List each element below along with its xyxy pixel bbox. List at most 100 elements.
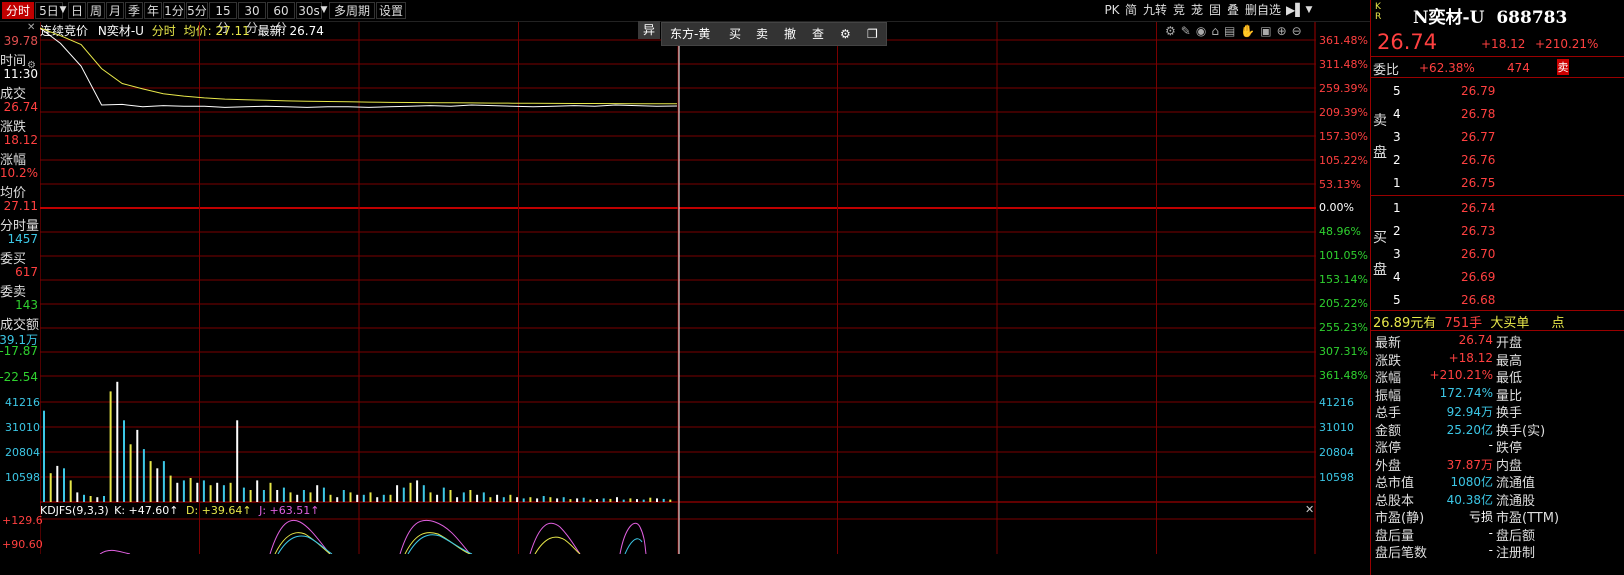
volume-bar [456, 497, 459, 502]
buy-price[interactable]: 26.69 [1461, 270, 1495, 284]
period-tab-10[interactable]: 30分 [238, 2, 266, 35]
sell-price[interactable]: 26.76 [1461, 153, 1495, 167]
volume-bar [576, 498, 579, 502]
stat-label-right: 内盘 [1496, 458, 1523, 474]
volume-bar [436, 494, 439, 502]
sell-quick-button[interactable]: 卖 [1557, 59, 1569, 75]
period-tab-4[interactable]: 月 [106, 2, 124, 19]
volume-bar [669, 499, 672, 502]
stat-label-right: 注册制 [1496, 546, 1536, 561]
abnormal-button[interactable]: 异 [638, 21, 660, 39]
stat-label-right: 跌停 [1496, 441, 1523, 456]
query-button[interactable]: 查 [812, 23, 824, 45]
sidebar-value-1: 26.74 [3, 100, 38, 114]
period-tab-13[interactable]: 多周期 [329, 2, 375, 19]
jiuzhuan-button[interactable]: 九转 [1141, 2, 1169, 19]
volume-bar [462, 492, 465, 502]
period-tab-0[interactable]: 分时 [2, 2, 34, 19]
volume-bar [569, 499, 572, 502]
volume-bar [662, 498, 665, 502]
volume-bar [316, 485, 319, 502]
expand-arrow-icon[interactable]: ▶▌ [1286, 2, 1304, 19]
period-tab-14[interactable]: 设置 [376, 2, 406, 19]
stat-label-right: 换手 [1496, 406, 1523, 421]
webi-label: 委比 [1373, 63, 1400, 78]
indicator-name[interactable]: KDJFS(9,3,3) [40, 504, 109, 517]
buy-price[interactable]: 26.70 [1461, 247, 1495, 261]
period-tab-11[interactable]: 60分 [267, 2, 295, 35]
window-icon[interactable]: ❐ [867, 23, 878, 45]
long-button[interactable]: 茏 [1189, 2, 1205, 19]
right-pct-tick: 153.14% [1319, 273, 1368, 286]
dropdown-icon[interactable]: ▼ [1303, 2, 1315, 19]
volume-bar [96, 497, 99, 502]
dropdown-icon[interactable]: ▼ [319, 2, 329, 19]
period-tab-3[interactable]: 周 [87, 2, 105, 19]
remove-watchlist-button[interactable]: 删自选 [1243, 2, 1283, 19]
period-tab-6[interactable]: 年 [144, 2, 162, 19]
volume-bar [342, 490, 345, 502]
volume-bar [469, 490, 472, 502]
period-tab-2[interactable]: 日 [68, 2, 86, 19]
volume-bar [409, 482, 412, 502]
period-tab-5[interactable]: 季 [125, 2, 143, 19]
volume-bar [209, 485, 212, 502]
pk-button[interactable]: PK [1103, 2, 1121, 19]
kdj-j-line [99, 519, 647, 554]
stat-label-right: 盘后额 [1496, 528, 1536, 544]
intraday-chart[interactable] [40, 22, 1316, 554]
volume-bar [422, 485, 425, 502]
volume-bar [362, 494, 365, 502]
volume-bar [182, 480, 185, 502]
sell-button[interactable]: 卖 [756, 23, 768, 45]
volume-bar [449, 490, 452, 502]
volume-bar [416, 480, 419, 502]
stat-value: +210.21% [1429, 368, 1493, 382]
right-pct-tick: 101.05% [1319, 249, 1368, 262]
period-toolbar: 分时 5日 ▼ 日周月季年 1分 5分 15分 30分 60分 30s ▼ 多周期 设置 PK 简 九转… [0, 0, 1370, 35]
buy-price[interactable]: 26.74 [1461, 201, 1495, 215]
volume-bar [596, 499, 598, 502]
sell-price[interactable]: 26.77 [1461, 130, 1495, 144]
data-sidebar: 39.78 ✕ ⚙ 时间11:30成交26.74涨跌18.12涨幅210.2%均… [0, 22, 39, 384]
right-pct-tick: 259.39% [1319, 82, 1368, 95]
buy-level: 5 [1393, 293, 1401, 307]
broker-select[interactable]: 东方-黄 [670, 23, 710, 45]
simple-button[interactable]: 简 [1123, 2, 1139, 19]
close-indicator-icon[interactable]: ✕ [1305, 503, 1314, 516]
buy-level: 4 [1393, 270, 1401, 284]
sell-price[interactable]: 26.79 [1461, 84, 1495, 98]
volume-bar [389, 494, 392, 502]
sell-level: 5 [1393, 84, 1401, 98]
sell-price[interactable]: 26.78 [1461, 107, 1495, 121]
period-tab-7[interactable]: 1分 [163, 2, 185, 19]
sell-price[interactable]: 26.75 [1461, 176, 1495, 190]
period-tab-8[interactable]: 5分 [186, 2, 208, 19]
period-tab-9[interactable]: 15分 [209, 2, 237, 35]
volume-bar [656, 498, 658, 502]
right-pct-tick: 205.22% [1319, 297, 1368, 310]
stat-label: 振幅 [1375, 388, 1402, 404]
stat-label: 涨跌 [1375, 353, 1402, 369]
volume-bar [509, 494, 512, 502]
buy-price[interactable]: 26.73 [1461, 224, 1495, 238]
stock-code: 688783 [1496, 8, 1568, 28]
dropdown-icon[interactable]: ▼ [58, 2, 68, 19]
cancel-order-button[interactable]: 撤 [784, 23, 796, 45]
top-price-label: 39.78 [3, 34, 38, 48]
overlay-button[interactable]: 叠 [1225, 2, 1241, 19]
buy-button[interactable]: 买 [729, 23, 741, 45]
buy-price[interactable]: 26.68 [1461, 293, 1495, 307]
close-icon[interactable]: ✕ [27, 22, 35, 33]
volume-bar [616, 497, 618, 502]
volume-bar [282, 487, 285, 502]
gear-icon[interactable]: ⚙ [840, 23, 851, 45]
sidebar-value-3: 210.2% [0, 166, 38, 180]
right-volume-tick: 31010 [1319, 421, 1354, 434]
volume-bar [103, 496, 105, 502]
volume-bar [476, 494, 479, 502]
fixed-button[interactable]: 固 [1207, 2, 1223, 19]
auction-button[interactable]: 竞 [1171, 2, 1187, 19]
volume-bar [176, 482, 179, 502]
sidebar-value-0: 11:30 [3, 67, 38, 81]
